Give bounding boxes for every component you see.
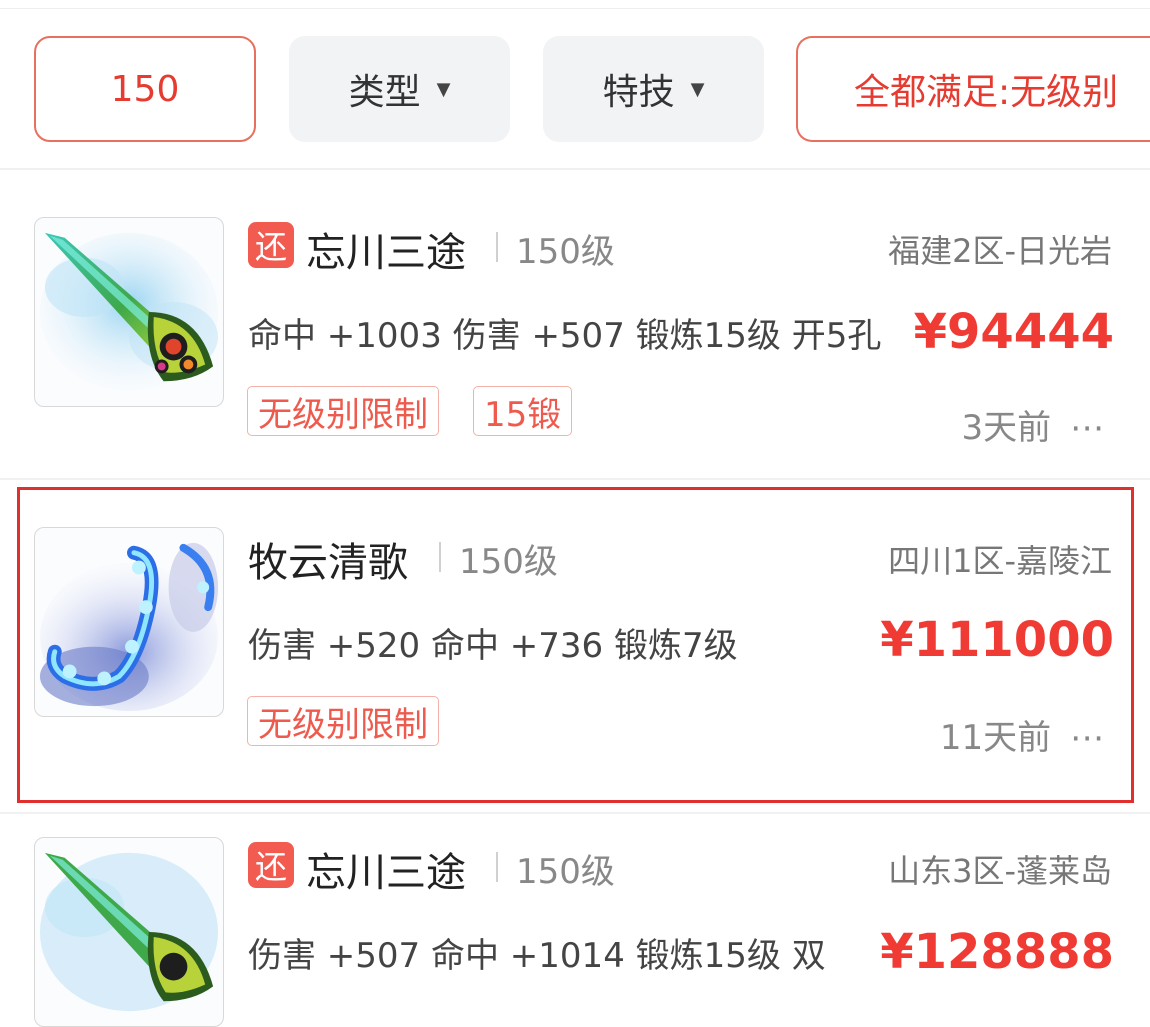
listing-item[interactable]: 还 忘川三途 150级 山东3区-蓬莱岛 伤害 +507 命中 +1014 锻炼… [0, 790, 1150, 1027]
condition-filter-label: 全都满足:无级别 [854, 72, 1119, 113]
filter-bar: 150 类型 ▼ 特技 ▼ 全都满足:无级别 [0, 8, 1150, 170]
item-price: ¥94444 [913, 304, 1114, 360]
caret-down-icon: ▼ [690, 78, 705, 100]
server-name: 山东3区-蓬莱岛 [888, 852, 1112, 890]
more-options-icon[interactable]: ⋯ [1070, 408, 1104, 448]
item-name: 忘川三途 [306, 230, 466, 276]
time-text: 3天前 [961, 408, 1052, 448]
type-filter-label: 类型 [348, 72, 421, 113]
item-level: 150级 [516, 232, 615, 272]
return-badge: 还 [248, 842, 294, 888]
level-filter-label: 150 [110, 68, 180, 110]
item-name: 忘川三途 [306, 850, 466, 896]
server-name: 福建2区-日光岩 [888, 232, 1112, 270]
skill-filter-dropdown[interactable]: 特技 ▼ [543, 36, 764, 142]
type-filter-dropdown[interactable]: 类型 ▼ [289, 36, 510, 142]
highlighted-listing-frame [17, 487, 1134, 803]
item-attributes: 命中 +1003 伤害 +507 锻炼15级 开5孔 [248, 316, 882, 356]
item-thumbnail[interactable] [34, 217, 224, 407]
caret-down-icon: ▼ [436, 78, 451, 100]
title-divider [496, 232, 498, 262]
listing-time: 3天前 ⋯ [962, 400, 1104, 449]
title-divider [496, 852, 498, 882]
return-badge: 还 [248, 222, 294, 268]
green-blade-weapon-icon [39, 232, 219, 392]
item-thumbnail[interactable] [34, 837, 224, 1027]
tag-forge-level: 15锻 [473, 386, 573, 436]
item-price: ¥128888 [880, 924, 1114, 980]
listing-item[interactable]: 还 忘川三途 150级 福建2区-日光岩 命中 +1003 伤害 +507 锻炼… [0, 170, 1150, 478]
skill-filter-label: 特技 [602, 72, 675, 113]
tag-no-level-limit: 无级别限制 [247, 386, 439, 436]
condition-filter-chip[interactable]: 全都满足:无级别 [796, 36, 1150, 142]
green-blade-weapon-icon [39, 852, 219, 1012]
item-level: 150级 [516, 852, 615, 892]
item-attributes: 伤害 +507 命中 +1014 锻炼15级 双 [248, 936, 826, 976]
level-filter-chip[interactable]: 150 [34, 36, 256, 142]
